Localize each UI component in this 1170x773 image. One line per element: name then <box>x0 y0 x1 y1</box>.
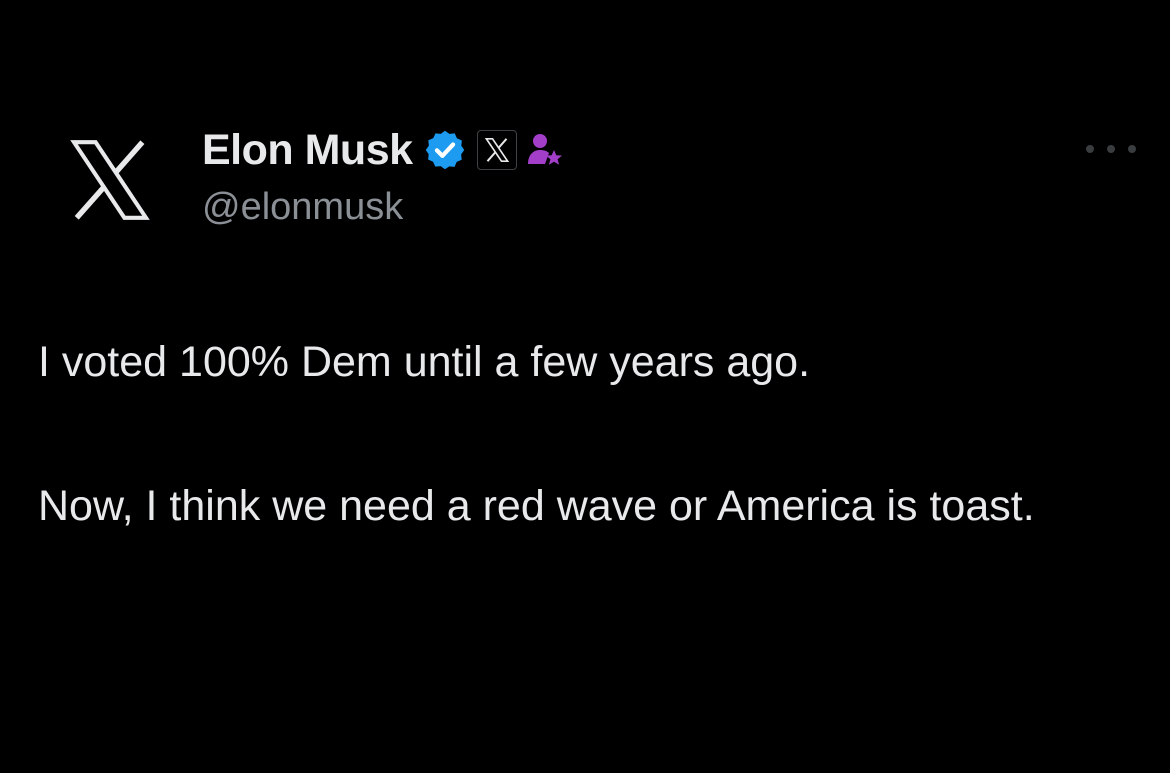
handle[interactable]: @elonmusk <box>202 186 565 229</box>
more-options-button[interactable] <box>1086 134 1136 164</box>
avatar[interactable] <box>62 132 158 228</box>
tweet-card: Elon Musk @elonmusk I voted 100% Dem unt… <box>0 0 1170 773</box>
tweet-header: Elon Musk @elonmusk <box>202 120 565 229</box>
x-affiliate-badge-icon[interactable] <box>476 130 517 170</box>
name-row: Elon Musk <box>202 120 565 180</box>
x-logo-icon <box>65 135 155 225</box>
tweet-paragraph: I voted 100% Dem until a few years ago. <box>38 338 811 386</box>
more-dots-icon <box>1107 145 1115 153</box>
tweet-text: I voted 100% Dem until a few years ago. … <box>38 326 1148 542</box>
display-name[interactable]: Elon Musk <box>202 126 413 175</box>
verified-icon[interactable] <box>423 128 467 172</box>
government-person-star-icon[interactable] <box>525 130 565 170</box>
tweet-paragraph: Now, I think we need a red wave or Ameri… <box>38 482 1035 530</box>
more-dots-icon <box>1128 145 1136 153</box>
more-dots-icon <box>1086 145 1094 153</box>
